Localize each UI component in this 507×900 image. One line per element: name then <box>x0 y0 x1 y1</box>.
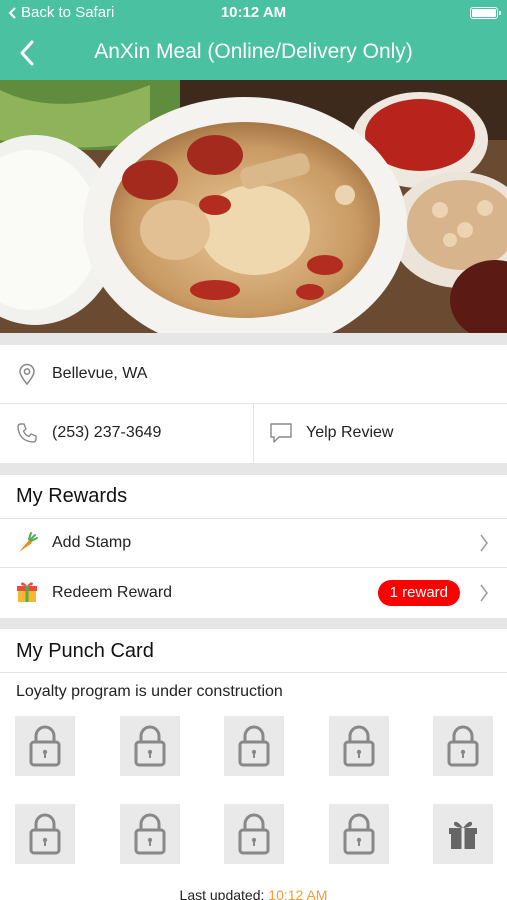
punch-card-status: Loyalty program is under construction <box>16 683 283 700</box>
speech-bubble-icon <box>269 422 293 444</box>
rewards-title: My Rewards <box>16 485 128 507</box>
lock-icon <box>134 813 166 855</box>
add-stamp-row[interactable]: Add Stamp <box>0 519 507 568</box>
back-button[interactable] <box>12 38 42 68</box>
address-row[interactable]: Bellevue, WA <box>0 345 507 404</box>
contact-section: Bellevue, WA (253) 237-3649 Yelp Review <box>0 345 507 463</box>
chevron-left-icon <box>20 40 34 66</box>
location-pin-icon <box>16 362 38 386</box>
yelp-review-label: Yelp Review <box>306 424 394 441</box>
gift-icon <box>449 821 477 849</box>
redeem-reward-label: Redeem Reward <box>52 584 173 601</box>
punch-slot <box>433 716 493 776</box>
reward-count-badge: 1 reward <box>377 580 460 606</box>
status-time: 10:12 AM <box>220 4 287 21</box>
lock-icon <box>343 813 375 855</box>
phone-number: (253) 237-3649 <box>52 424 162 441</box>
status-bar: Back to Safari 10:12 AM <box>0 0 507 26</box>
lock-icon <box>343 725 375 767</box>
yelp-review-button[interactable]: Yelp Review <box>255 404 507 463</box>
punch-slot <box>224 804 284 864</box>
punch-slot <box>15 716 75 776</box>
add-stamp-label: Add Stamp <box>52 534 132 551</box>
lock-icon <box>238 813 270 855</box>
last-updated-label: Last updated: <box>179 887 265 900</box>
punch-slot <box>224 716 284 776</box>
lock-icon <box>238 725 270 767</box>
phone-icon <box>15 421 39 445</box>
carrot-icon <box>16 532 38 554</box>
punch-slot <box>120 716 180 776</box>
gift-icon <box>15 580 39 604</box>
last-updated: Last updated: 10:12 AM <box>0 887 507 900</box>
lock-icon <box>29 725 61 767</box>
lock-icon <box>134 725 166 767</box>
punch-slot <box>329 804 389 864</box>
punch-card-title: My Punch Card <box>16 640 154 662</box>
punch-slot <box>15 804 75 864</box>
punch-slot <box>329 716 389 776</box>
address-text: Bellevue, WA <box>52 365 148 382</box>
chevron-right-icon <box>480 534 488 552</box>
nav-bar: AnXin Meal (Online/Delivery Only) <box>0 26 507 80</box>
rewards-section: My Rewards Add Stamp Redeem Reward 1 rew… <box>0 475 507 618</box>
phone-cell[interactable]: (253) 237-3649 <box>0 404 254 463</box>
lock-icon <box>29 813 61 855</box>
last-updated-time: 10:12 AM <box>268 887 328 900</box>
punch-reward-slot <box>433 804 493 864</box>
restaurant-photo <box>0 80 507 333</box>
battery-icon <box>470 7 501 19</box>
punch-card-section: My Punch Card Loyalty program is under c… <box>0 629 507 900</box>
punch-slot <box>120 804 180 864</box>
lock-icon <box>447 725 479 767</box>
page-title: AnXin Meal (Online/Delivery Only) <box>94 40 413 63</box>
contact-row: (253) 237-3649 Yelp Review <box>0 404 507 463</box>
redeem-reward-row[interactable]: Redeem Reward 1 reward <box>0 568 507 618</box>
chevron-right-icon <box>480 584 488 602</box>
